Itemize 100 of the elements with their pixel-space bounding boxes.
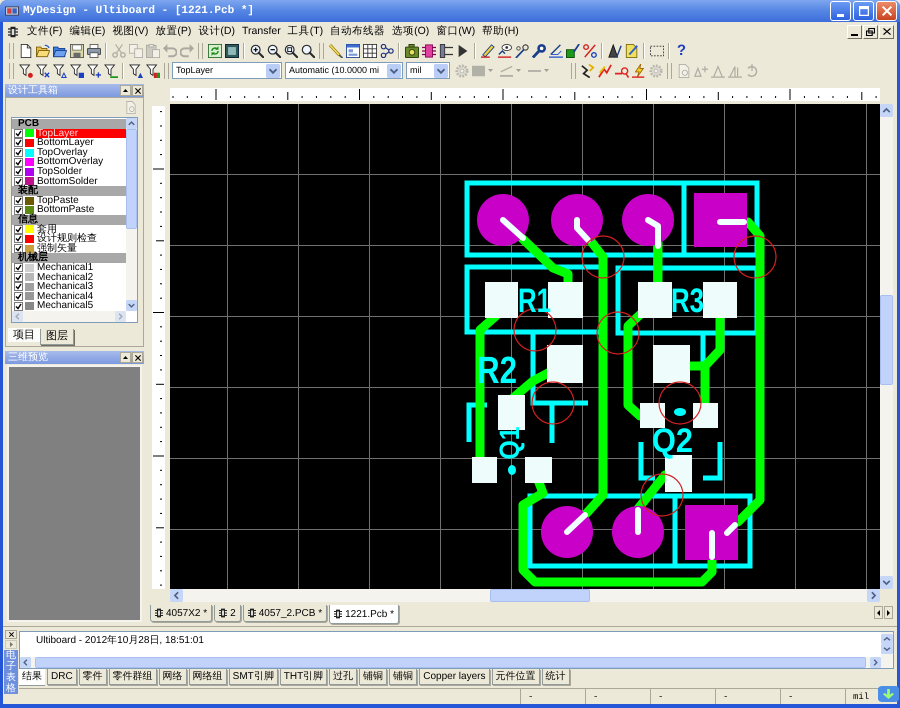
scroll-right-button[interactable] (884, 606, 893, 619)
layer-item[interactable]: BottomPaste (36, 205, 126, 215)
result-tab[interactable]: SMT引脚 (228, 669, 278, 685)
filter-button[interactable] (127, 62, 144, 79)
chevron-left-icon[interactable] (170, 589, 183, 602)
vertical-scrollbar[interactable] (880, 104, 893, 589)
checkbox[interactable] (14, 302, 23, 311)
checkbox[interactable] (14, 196, 23, 206)
checkbox[interactable] (14, 158, 23, 167)
filter-button[interactable] (34, 62, 51, 79)
checkbox[interactable] (14, 263, 23, 272)
wrench-button[interactable] (530, 42, 547, 59)
document-tab[interactable]: 1221.Pcb * (329, 605, 400, 624)
layer-item[interactable]: Mechanical2 (36, 272, 126, 282)
result-tab[interactable]: 过孔 (329, 669, 358, 685)
document-tab[interactable]: 4057_2.PCB * (242, 605, 328, 622)
checkbox[interactable] (14, 167, 23, 176)
maximize-button[interactable] (853, 1, 874, 21)
chevron-down-icon[interactable] (881, 644, 893, 654)
panel-tab[interactable]: 图层 (40, 329, 74, 345)
close-button[interactable] (132, 352, 143, 363)
scroll-thumb[interactable] (126, 129, 137, 229)
layer-item[interactable]: TopOverlay (36, 148, 126, 158)
checkbox[interactable] (14, 272, 23, 282)
chevron-left-icon[interactable] (20, 657, 31, 668)
component-button[interactable] (437, 42, 454, 59)
checkbox[interactable] (14, 206, 23, 215)
chevron-down-icon[interactable] (126, 300, 137, 311)
scroll-thumb[interactable] (490, 589, 590, 602)
layer-item[interactable]: TopSolder (36, 166, 126, 177)
vertical-scrollbar[interactable] (881, 632, 893, 668)
checkbox[interactable] (14, 282, 23, 292)
result-tab[interactable]: 元件位置 (492, 669, 540, 685)
menu-item[interactable]: 选项(O) (389, 24, 432, 39)
layer-item[interactable]: 强制矢量 (36, 244, 126, 254)
text-tool-button[interactable] (606, 42, 623, 59)
checkbox[interactable] (14, 244, 23, 254)
grid-dropdown[interactable]: Automatic (10.0000 mi (285, 62, 403, 79)
checkbox[interactable] (14, 224, 23, 234)
result-tab[interactable]: Copper layers (419, 669, 490, 685)
scroll-left-button[interactable] (874, 606, 883, 619)
layer-item[interactable]: BottomLayer (36, 138, 126, 148)
chevron-up-icon[interactable] (126, 118, 137, 129)
menu-item[interactable]: 视图(V) (109, 24, 152, 39)
filter-button[interactable] (144, 62, 161, 79)
percent-button[interactable] (581, 42, 598, 59)
camera-button[interactable] (403, 42, 420, 59)
filter-button[interactable] (102, 62, 119, 79)
filter-button[interactable] (51, 62, 68, 79)
chip-button[interactable] (420, 42, 437, 59)
menu-item[interactable]: 窗口(W) (433, 24, 478, 39)
chevron-right-icon[interactable] (870, 657, 881, 668)
menu-item[interactable]: 工具(T) (284, 24, 326, 39)
unit-dropdown[interactable]: mil (406, 62, 450, 79)
layer-item[interactable]: BottomSolder (36, 176, 126, 186)
help-button[interactable]: ? (673, 42, 690, 59)
close-button[interactable] (5, 630, 17, 639)
collapse-button[interactable] (120, 85, 131, 96)
zoom-in-button[interactable] (248, 42, 265, 59)
zigzag-button[interactable] (579, 62, 596, 79)
layer-item[interactable]: Mechanical5 (36, 301, 126, 311)
chevron-down-icon[interactable] (880, 576, 893, 589)
result-tab[interactable]: 铺铜 (359, 669, 388, 685)
filter-button[interactable] (17, 62, 34, 79)
document-tab[interactable]: 4057X2 * (150, 605, 212, 622)
restore-button[interactable] (863, 24, 878, 38)
result-tab[interactable]: 零件 (78, 669, 107, 685)
result-tab[interactable]: 网络 (158, 669, 187, 685)
zoom-out-button[interactable] (265, 42, 282, 59)
menu-item[interactable]: 放置(P) (152, 24, 194, 39)
window-button[interactable] (223, 42, 240, 59)
scroll-thumb[interactable] (880, 295, 893, 385)
fill-button[interactable] (564, 42, 581, 59)
layer-item[interactable]: Mechanical4 (36, 292, 126, 302)
magnifier-button[interactable] (299, 42, 316, 59)
checkbox[interactable] (14, 148, 23, 158)
menu-item[interactable]: 文件(F) (24, 24, 66, 39)
checkbox[interactable] (14, 138, 23, 148)
eye-button[interactable] (496, 42, 513, 59)
collapse-button[interactable] (120, 352, 131, 363)
trace-button[interactable] (547, 42, 564, 59)
checkbox[interactable] (14, 176, 23, 186)
menu-item[interactable]: 编辑(E) (66, 24, 108, 39)
layer-item[interactable]: BottomOverlay (36, 157, 126, 167)
result-tab[interactable]: 网络组 (188, 669, 227, 685)
menu-item[interactable]: Transfer (239, 24, 284, 39)
checkbox[interactable] (14, 128, 23, 138)
table-button[interactable] (361, 42, 378, 59)
menu-item[interactable]: 自动布线器 (327, 24, 388, 39)
result-tab[interactable]: DRC (47, 669, 77, 685)
zoom-area-button[interactable] (282, 42, 299, 59)
checkbox[interactable] (14, 292, 23, 301)
chevron-up-icon[interactable] (881, 634, 893, 644)
layer-item[interactable]: 设计规则检查 (36, 234, 126, 244)
menu-item[interactable]: 帮助(H) (479, 24, 522, 39)
document-tab[interactable]: 2 (214, 605, 241, 622)
horizontal-scrollbar[interactable] (170, 589, 880, 602)
result-tab[interactable]: 铺铜 (389, 669, 418, 685)
lightning-button[interactable] (630, 62, 647, 79)
filter-button[interactable] (85, 62, 102, 79)
